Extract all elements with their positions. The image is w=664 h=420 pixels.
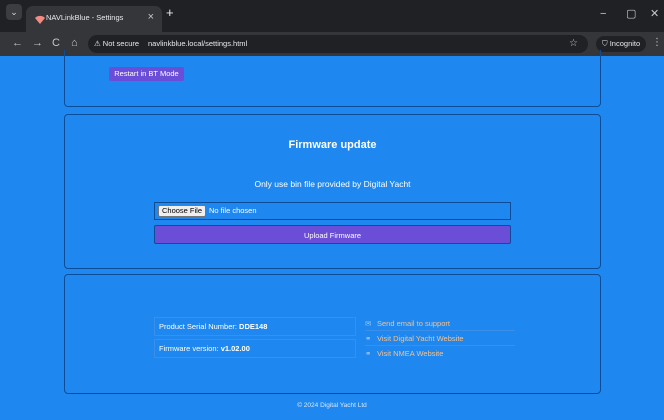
bookmark-star-icon[interactable]: ☆	[569, 37, 578, 50]
firmware-version-row: Firmware version: v1.02.00	[154, 339, 356, 358]
tab-title: NAVLinkBlue - Settings	[46, 13, 124, 22]
incognito-icon: ⛉	[602, 39, 610, 48]
nmea-label[interactable]: Visit NMEA Website	[377, 349, 443, 358]
firmware-update-panel: Firmware update Only use bin file provid…	[64, 114, 601, 269]
link-icon: ⚭	[365, 349, 372, 358]
digital-yacht-label[interactable]: Visit Digital Yacht Website	[377, 334, 464, 343]
tab-settings[interactable]: NAVLinkBlue - Settings ×	[26, 6, 162, 32]
envelope-icon: ✉	[365, 319, 372, 328]
firmware-version-label: Firmware version:	[159, 344, 221, 353]
maximize-icon[interactable]: ▢	[626, 8, 636, 20]
firmware-update-title: Firmware update	[288, 139, 377, 151]
firmware-note: Only use bin file provided by Digital Ya…	[254, 179, 411, 189]
incognito-label: Incognito	[609, 39, 641, 48]
serial-number-row: Product Serial Number: DDE148	[154, 317, 356, 336]
firmware-version-value: v1.02.00	[220, 344, 250, 353]
serial-label: Product Serial Number:	[159, 322, 240, 331]
new-tab-button[interactable]: +	[166, 6, 174, 20]
tab-close-icon[interactable]: ×	[148, 11, 154, 23]
digital-yacht-link[interactable]: ⚭ Visit Digital Yacht Website	[365, 332, 515, 346]
incognito-badge[interactable]: ⛉ Incognito	[596, 36, 647, 52]
footer-copyright: © 2024 Digital Yacht Ltd	[297, 402, 367, 409]
restart-bt-mode-button[interactable]: Restart in BT Mode	[109, 67, 184, 81]
wifi-favicon-icon	[35, 15, 45, 24]
browser-tab-strip: ⌄ NAVLinkBlue - Settings × + − ▢ ✕	[0, 0, 664, 32]
reload-icon[interactable]: C	[52, 36, 60, 50]
upload-firmware-button[interactable]: Upload Firmware	[154, 225, 511, 244]
tab-list-icon[interactable]: ⌄	[6, 4, 22, 20]
url-text[interactable]: navlinkblue.local/settings.html	[148, 38, 247, 50]
serial-value: DDE148	[239, 322, 268, 331]
not-secure-badge[interactable]: ⚠ Not secure	[94, 38, 139, 50]
home-icon[interactable]: ⌂	[71, 36, 78, 50]
choose-file-button[interactable]: Choose File	[158, 205, 207, 217]
send-email-label[interactable]: Send email to support	[377, 319, 450, 328]
send-email-link[interactable]: ✉ Send email to support	[365, 317, 515, 331]
browser-menu-icon[interactable]: ⋮	[652, 36, 662, 50]
no-file-chosen-text: No file chosen	[209, 206, 257, 215]
firmware-file-input[interactable]: Choose File No file chosen	[154, 202, 511, 220]
minimize-icon[interactable]: −	[600, 8, 606, 20]
forward-icon[interactable]: →	[32, 36, 43, 50]
product-info-panel: Product Serial Number: DDE148 Firmware v…	[64, 274, 601, 394]
back-icon[interactable]: ←	[12, 36, 23, 50]
close-window-icon[interactable]: ✕	[650, 8, 659, 20]
bt-mode-panel: Restart in BT Mode	[64, 50, 601, 107]
link-icon: ⚭	[365, 334, 372, 343]
nmea-link[interactable]: ⚭ Visit NMEA Website	[365, 347, 515, 361]
